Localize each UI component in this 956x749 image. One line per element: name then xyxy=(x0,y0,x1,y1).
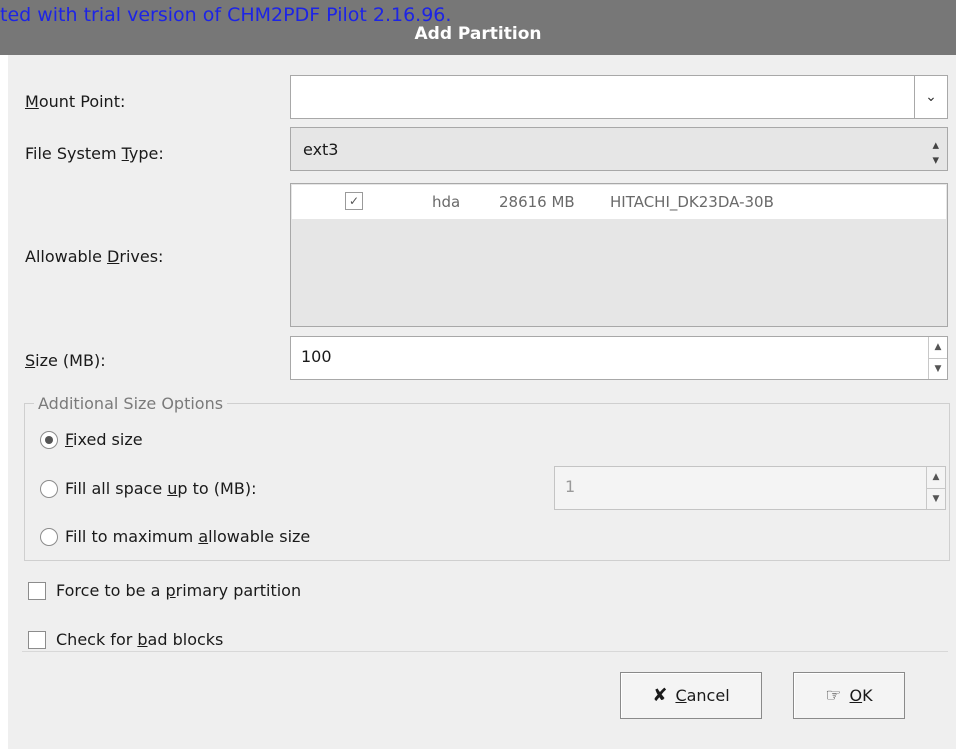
size-spinbox[interactable]: 100 ▲ ▼ xyxy=(290,336,948,380)
cancel-button[interactable]: ✘ Cancel xyxy=(620,672,762,719)
size-label: Size (MB): xyxy=(25,351,106,370)
size-spin-buttons: ▲ ▼ xyxy=(928,337,947,379)
allowable-drives-label: Allowable Drives: xyxy=(25,247,164,266)
radio-unselected-icon[interactable] xyxy=(40,479,58,498)
radio-fill-up-to[interactable]: Fill all space up to (MB): xyxy=(40,479,256,498)
primary-partition-label: Force to be a primary partition xyxy=(56,581,302,600)
fs-type-mnemonic: T xyxy=(121,144,129,163)
mount-point-mnemonic: M xyxy=(25,92,39,111)
spin-down-icon[interactable]: ▼ xyxy=(927,487,945,510)
select-arrows-icon: ▴ ▾ xyxy=(932,138,939,168)
ok-label: OK xyxy=(849,686,873,705)
watermark-text: ted with trial version of CHM2PDF Pilot … xyxy=(0,4,452,26)
ok-hand-icon: ☞ xyxy=(825,685,842,706)
window-title: Add Partition xyxy=(414,24,542,44)
ok-button[interactable]: ☞ OK xyxy=(793,672,905,719)
size-mnemonic: S xyxy=(25,351,36,370)
drive-name: hda xyxy=(432,193,461,211)
mount-point-combobox[interactable]: ⌄ xyxy=(290,75,948,119)
separator xyxy=(22,651,948,652)
fill-max-label: Fill to maximum allowable size xyxy=(65,527,311,546)
add-partition-dialog: Mount Point: ⌄ File System Type: ext3 ▴ ▾… xyxy=(8,55,956,749)
spin-up-icon[interactable]: ▲ xyxy=(927,467,945,488)
drive-checkbox[interactable]: ✓ xyxy=(345,192,363,210)
checkbox-icon[interactable] xyxy=(28,630,46,649)
drives-mnemonic: D xyxy=(107,247,120,266)
fs-type-label: File System Type: xyxy=(25,144,164,163)
cancel-label: Cancel xyxy=(675,686,730,705)
drive-row[interactable]: ✓ hda 28616 MB HITACHI_DK23DA-30B xyxy=(292,185,946,219)
checkbox-icon[interactable] xyxy=(28,581,46,600)
fill-up-to-label: Fill all space up to (MB): xyxy=(65,479,257,498)
radio-selected-icon[interactable] xyxy=(40,430,58,449)
spin-down-icon[interactable]: ▼ xyxy=(929,357,947,380)
bad-blocks-option[interactable]: Check for bad blocks xyxy=(28,630,223,649)
fixed-size-label: Fixed size xyxy=(65,430,143,449)
size-value[interactable]: 100 xyxy=(301,347,332,366)
drive-size: 28616 MB xyxy=(499,193,575,211)
fill-up-to-value[interactable]: 1 xyxy=(565,477,575,496)
drive-list: ✓ hda 28616 MB HITACHI_DK23DA-30B xyxy=(290,183,948,327)
fill-spin-buttons: ▲ ▼ xyxy=(926,467,945,509)
mount-point-label: Mount Point: xyxy=(25,92,125,111)
cancel-icon: ✘ xyxy=(652,685,668,706)
radio-unselected-icon[interactable] xyxy=(40,527,58,546)
fs-type-value: ext3 xyxy=(303,140,339,159)
primary-partition-option[interactable]: Force to be a primary partition xyxy=(28,581,301,600)
drive-model: HITACHI_DK23DA-30B xyxy=(610,193,774,211)
fs-type-select[interactable]: ext3 ▴ ▾ xyxy=(290,127,948,171)
radio-fill-max[interactable]: Fill to maximum allowable size xyxy=(40,527,310,546)
fill-up-to-spinbox[interactable]: 1 ▲ ▼ xyxy=(554,466,946,510)
radio-fixed-size[interactable]: Fixed size xyxy=(40,430,143,449)
mount-point-label-rest: ount Point: xyxy=(38,92,126,111)
spin-up-icon[interactable]: ▲ xyxy=(929,337,947,358)
chevron-down-icon[interactable]: ⌄ xyxy=(914,76,947,118)
size-options-title: Additional Size Options xyxy=(34,394,228,413)
bad-blocks-label: Check for bad blocks xyxy=(56,630,224,649)
